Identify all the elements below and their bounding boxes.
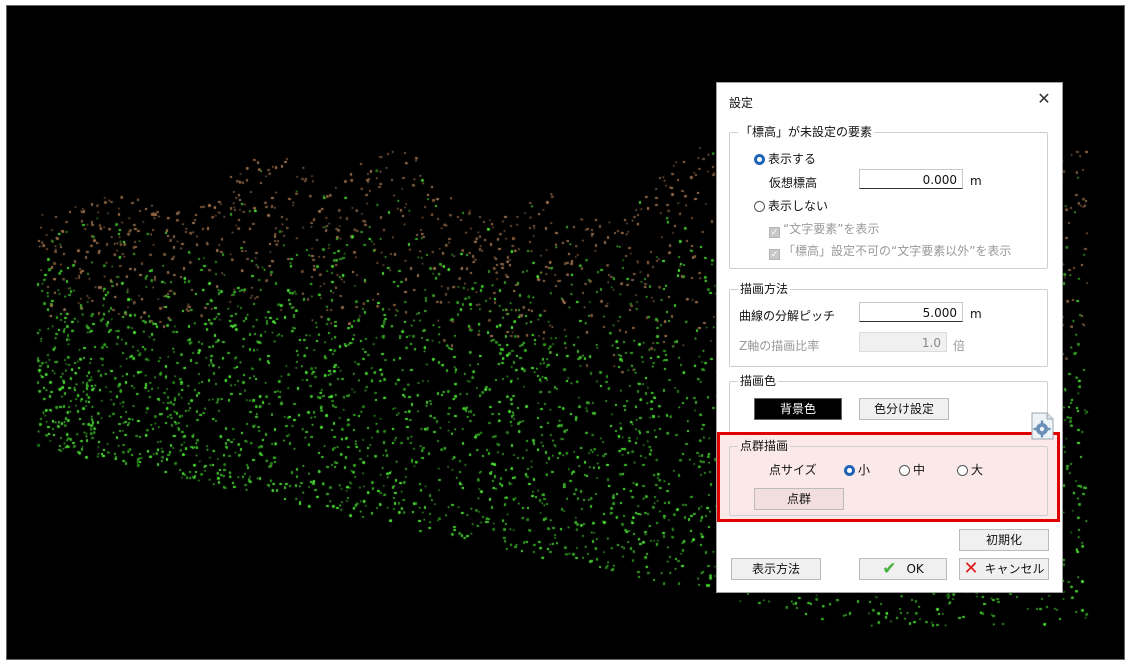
curve-pitch-input[interactable]: 5.000 <box>859 302 963 322</box>
radio-off-icon <box>899 465 910 476</box>
cancel-x-icon: ✕ <box>963 558 979 579</box>
cancel-label: キャンセル <box>984 562 1045 576</box>
z-ratio-input[interactable]: 1.0 <box>859 332 947 352</box>
checkmark-icon: ✔ <box>882 559 897 579</box>
draw-color-legend: 描画色 <box>738 374 779 388</box>
size-small-radio[interactable]: 小 <box>844 461 870 478</box>
elevation-unset-legend: 「標高」が未設定の要素 <box>738 125 875 139</box>
show-non-text-elements-checkbox[interactable]: ✓ 「標高」設定不可の“文字要素以外”を表示 <box>769 242 1011 260</box>
show-radio[interactable]: 表示する <box>754 150 816 167</box>
virtual-elevation-input[interactable]: 0.000 <box>859 169 963 189</box>
z-ratio-label: Z軸の描画比率 <box>739 339 820 353</box>
close-icon[interactable]: ✕ <box>1032 88 1056 110</box>
ok-button[interactable]: ✔ OK <box>859 558 947 580</box>
display-method-button[interactable]: 表示方法 <box>731 558 821 580</box>
size-large-radio[interactable]: 大 <box>957 461 983 478</box>
radio-off-icon <box>754 201 765 212</box>
size-small-label: 小 <box>858 463 871 477</box>
curve-pitch-unit: m <box>970 307 982 321</box>
radio-on-icon <box>754 154 765 165</box>
reset-button[interactable]: 初期化 <box>959 529 1049 551</box>
draw-method-legend: 描画方法 <box>738 282 791 296</box>
show-text-elements-label: “文字要素”を表示 <box>783 222 880 236</box>
size-medium-radio[interactable]: 中 <box>899 461 925 478</box>
settings-gear-icon[interactable] <box>1029 412 1055 440</box>
background-color-button[interactable]: 背景色 <box>754 398 842 420</box>
z-ratio-unit: 倍 <box>953 339 966 353</box>
show-non-text-elements-label: 「標高」設定不可の“文字要素以外”を表示 <box>783 244 1012 258</box>
color-split-button[interactable]: 色分け設定 <box>859 398 949 420</box>
checkbox-checked-icon: ✓ <box>769 249 780 260</box>
virtual-elevation-unit: m <box>970 174 982 188</box>
show-label: 表示する <box>768 152 817 166</box>
hide-radio[interactable]: 表示しない <box>754 197 828 214</box>
dialog-title: 設定 <box>729 96 754 110</box>
show-text-elements-checkbox[interactable]: ✓ “文字要素”を表示 <box>769 220 879 238</box>
point-cloud-legend: 点群描画 <box>738 439 791 453</box>
virtual-elevation-label: 仮想標高 <box>769 176 818 190</box>
radio-off-icon <box>957 465 968 476</box>
size-medium-label: 中 <box>913 463 926 477</box>
size-large-label: 大 <box>971 463 984 477</box>
point-cloud-button[interactable]: 点群 <box>754 488 844 510</box>
checkbox-checked-icon: ✓ <box>769 227 780 238</box>
ok-label: OK <box>906 562 924 576</box>
curve-pitch-label: 曲線の分解ピッチ <box>739 309 836 323</box>
settings-dialog: 設定 ✕ 「標高」が未設定の要素 表示する 仮想標高 0.000 m 表示しない… <box>716 82 1063 593</box>
point-size-label: 点サイズ <box>769 463 817 477</box>
draw-method-group: 描画方法 <box>729 282 1048 367</box>
radio-on-icon <box>844 465 855 476</box>
cancel-button[interactable]: ✕ キャンセル <box>959 558 1049 580</box>
hide-label: 表示しない <box>768 199 829 213</box>
